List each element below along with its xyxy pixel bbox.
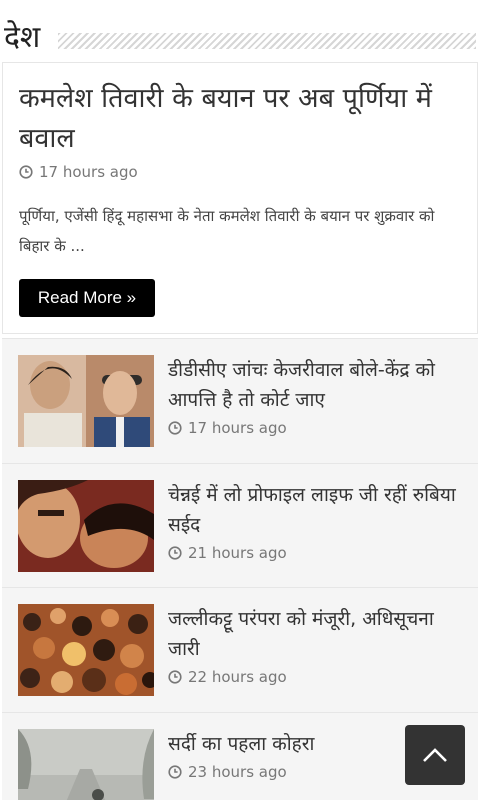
- article-meta: 22 hours ago: [168, 668, 287, 686]
- article-thumbnail[interactable]: [18, 479, 154, 572]
- list-item[interactable]: चेन्नई में लो प्रोफाइल लाइफ जी रहीं रुबि…: [2, 462, 478, 587]
- section-divider: [58, 33, 476, 49]
- article-title[interactable]: डीडीसीए जांचः केजरीवाल बोले-केंद्र को आप…: [168, 355, 464, 415]
- article-time: 17 hours ago: [188, 419, 287, 437]
- article-time: 22 hours ago: [188, 668, 287, 686]
- article-time: 23 hours ago: [188, 762, 287, 781]
- article-thumbnail[interactable]: [18, 728, 154, 800]
- featured-article-excerpt: पूर्णिया, एजेंसी हिंदू महासभा के नेता कम…: [19, 207, 435, 255]
- chevron-up-icon: [423, 748, 447, 762]
- scroll-to-top-button[interactable]: [405, 725, 465, 785]
- article-meta: 23 hours ago: [168, 763, 287, 781]
- article-thumbnail[interactable]: [18, 355, 154, 447]
- list-item[interactable]: जल्लीकट्टू परंपरा को मंजूरी, अधिसूचना जा…: [2, 587, 478, 712]
- featured-article-time: 17 hours ago: [39, 163, 138, 181]
- featured-article-meta: 17 hours ago: [19, 163, 138, 181]
- list-item[interactable]: डीडीसीए जांचः केजरीवाल बोले-केंद्र को आप…: [2, 338, 478, 463]
- featured-article: कमलेश तिवारी के बयान पर अब पूर्णिया में …: [2, 62, 478, 334]
- clock-icon: [168, 421, 182, 435]
- clock-icon: [168, 545, 182, 560]
- clock-icon: [19, 165, 33, 179]
- article-meta: 21 hours ago: [168, 544, 287, 562]
- section-header: देश: [0, 0, 480, 60]
- clock-icon: [168, 764, 182, 779]
- article-title[interactable]: जल्लीकट्टू परंपरा को मंजूरी, अधिसूचना जा…: [168, 604, 464, 664]
- article-title[interactable]: चेन्नई में लो प्रोफाइल लाइफ जी रहीं रुबि…: [168, 480, 464, 540]
- article-meta: 17 hours ago: [168, 419, 287, 437]
- section-title: देश: [4, 20, 41, 55]
- clock-icon: [168, 670, 182, 684]
- read-more-button[interactable]: Read More »: [19, 279, 155, 317]
- article-time: 21 hours ago: [188, 543, 287, 562]
- featured-article-title[interactable]: कमलेश तिवारी के बयान पर अब पूर्णिया में …: [19, 79, 459, 159]
- article-thumbnail[interactable]: [18, 604, 154, 696]
